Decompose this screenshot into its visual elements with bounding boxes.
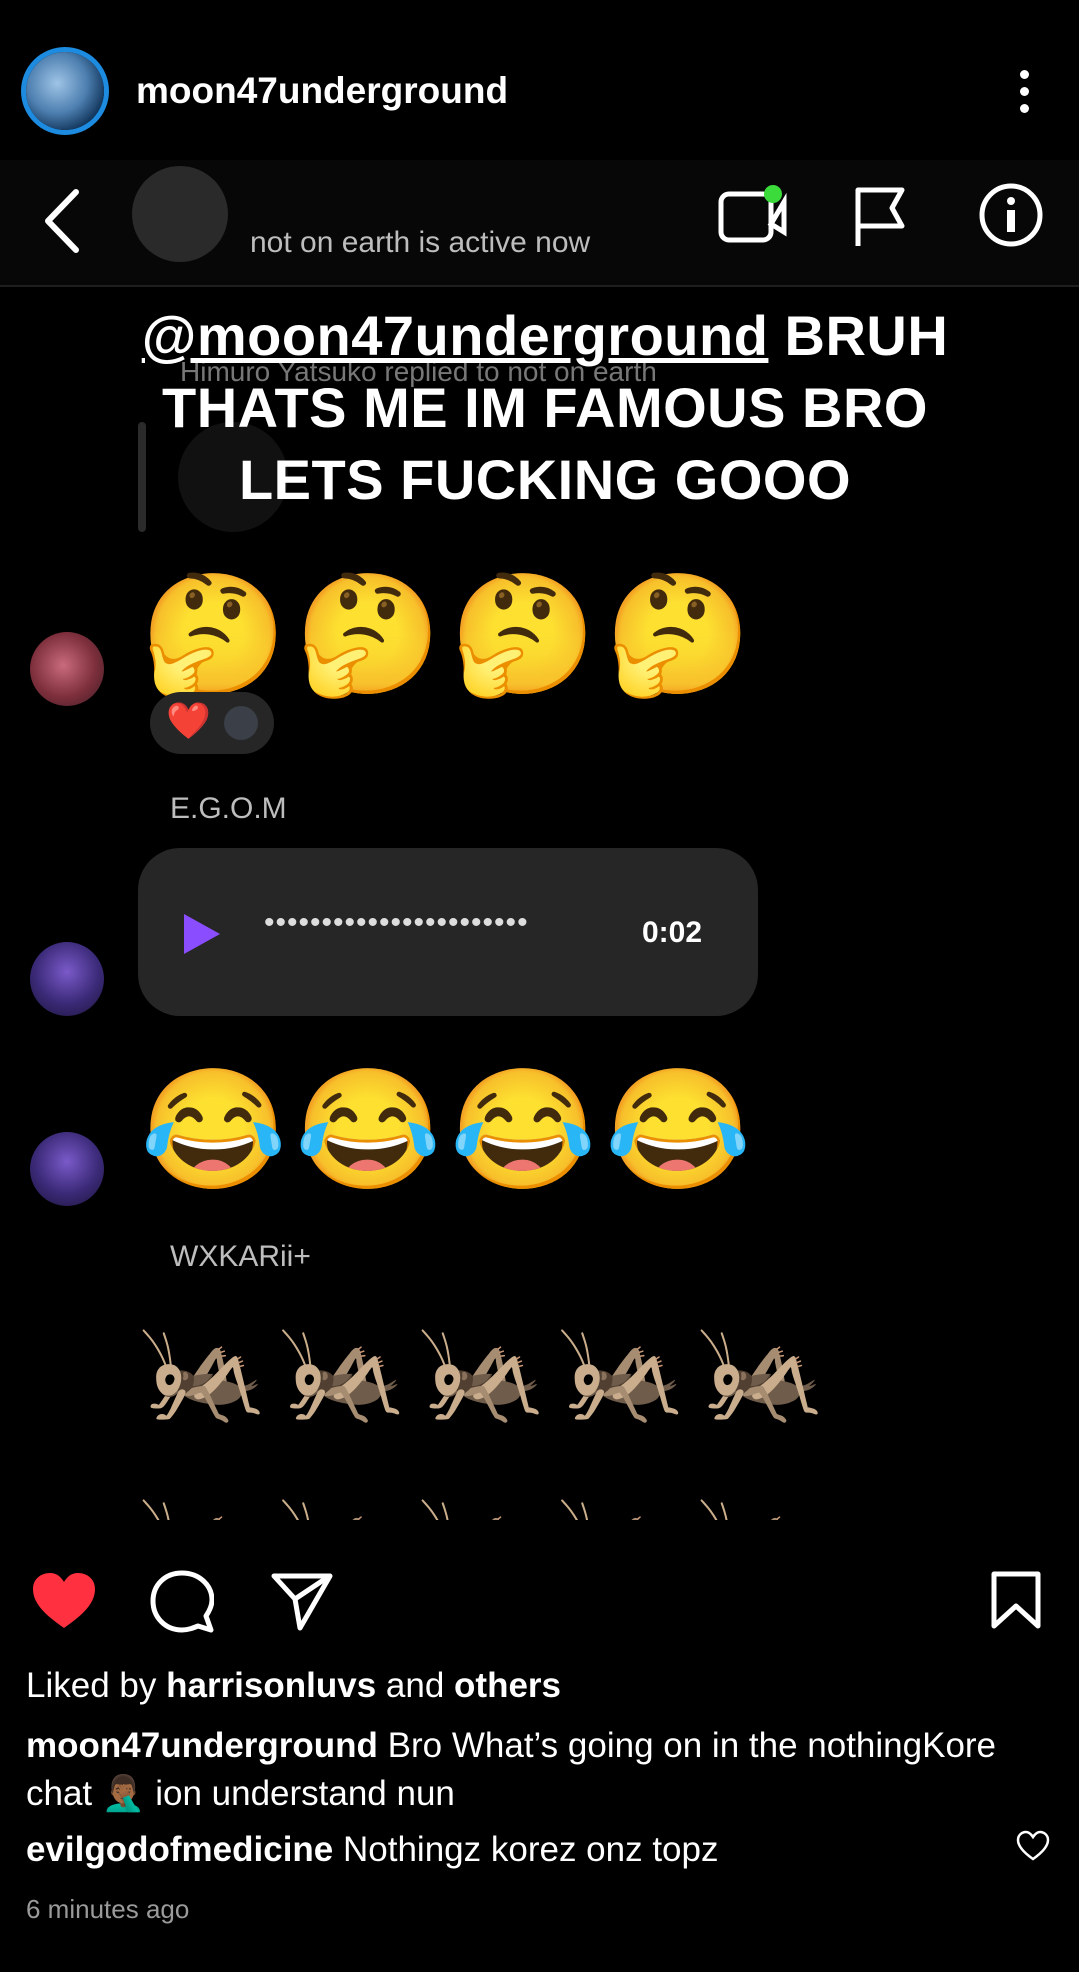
overlay-mention: @moon47underground <box>141 304 769 367</box>
cricket-emoji-message-cutoff: 🦗🦗🦗🦗🦗 <box>138 1480 835 1520</box>
likes-summary[interactable]: Liked by harrisonluvs and others <box>26 1666 561 1706</box>
overlay-line3: LETS FUCKING GOOO <box>238 448 852 511</box>
laughing-emoji-message: 😂😂😂😂 <box>140 1064 760 1196</box>
comment-username[interactable]: evilgodofmedicine <box>26 1830 333 1869</box>
likes-middle: and <box>376 1666 455 1705</box>
overlay-caption: @moon47underground BRUH THATS ME IM FAMO… <box>90 300 1000 516</box>
thinking-emoji-message: 🤔🤔🤔🤔 <box>140 569 760 701</box>
more-options-icon[interactable] <box>1020 70 1032 121</box>
reactor-avatar <box>224 706 258 740</box>
comment-like-icon[interactable] <box>1016 1830 1050 1862</box>
dm-header: not on earth is active now <box>0 160 1079 287</box>
comment-text: Nothingz korez onz topz <box>333 1830 719 1869</box>
likes-others[interactable]: others <box>454 1666 561 1705</box>
voice-waveform: ••••••••••••••••••••••• <box>264 906 529 939</box>
likes-user[interactable]: harrisonluvs <box>166 1666 376 1705</box>
sender-name: E.G.O.M <box>170 792 287 825</box>
overlay-line2: THATS ME IM FAMOUS BRO <box>162 376 928 439</box>
sender-name: WXKARii+ <box>170 1240 311 1273</box>
post-username[interactable]: moon47underground <box>136 70 508 112</box>
bookmark-icon[interactable] <box>990 1570 1042 1630</box>
paper-plane-icon[interactable] <box>270 1570 334 1632</box>
sender-avatar <box>30 1132 104 1206</box>
heart-filled-icon[interactable] <box>30 1570 98 1632</box>
overlay-line1: BRUH <box>768 304 949 367</box>
dm-avatar <box>132 166 228 262</box>
caption-username[interactable]: moon47underground <box>26 1726 378 1765</box>
caption-text-end: ion understand nun <box>145 1774 455 1813</box>
comment: evilgodofmedicine Nothingz korez onz top… <box>26 1830 719 1870</box>
post-caption: moon47underground Bro What’s going on in… <box>26 1722 1056 1818</box>
message-reactions: ❤️ <box>150 692 274 754</box>
voice-duration: 0:02 <box>642 916 703 949</box>
back-arrow-icon <box>45 189 79 253</box>
flag-icon <box>855 187 905 246</box>
cricket-emoji-message: 🦗🦗🦗🦗🦗 <box>138 1312 836 1428</box>
post-header: moon47underground <box>0 0 1079 162</box>
post-image: not on earth is active now Himuro Yatsuk… <box>0 160 1079 1540</box>
voice-message: ••••••••••••••••••••••• 0:02 <box>138 848 758 1016</box>
heart-reaction-icon: ❤️ <box>166 700 211 741</box>
facepalm-emoji: 🤦🏾‍♂️ <box>101 1774 146 1813</box>
likes-prefix: Liked by <box>26 1666 167 1705</box>
play-icon <box>184 914 220 954</box>
info-icon <box>979 183 1043 247</box>
post-timestamp: 6 minutes ago <box>26 1894 190 1924</box>
comment-icon[interactable] <box>150 1570 214 1634</box>
sender-avatar <box>30 942 104 1016</box>
video-call-icon <box>718 185 787 243</box>
post-avatar[interactable] <box>26 52 104 130</box>
dm-active-status: not on earth is active now <box>250 226 591 259</box>
sender-avatar <box>30 632 104 706</box>
